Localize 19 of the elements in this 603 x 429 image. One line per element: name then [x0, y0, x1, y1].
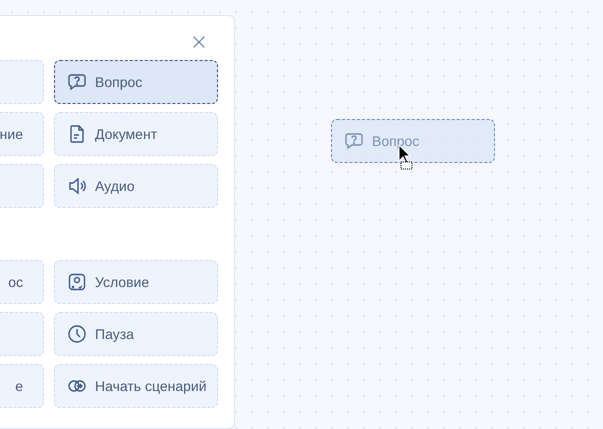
block-tile[interactable]: е: [0, 364, 44, 408]
block-tile[interactable]: ос: [0, 260, 44, 304]
block-tile[interactable]: Пауза: [54, 312, 218, 356]
condition-icon: [67, 272, 87, 292]
speech-bubble-question-icon: [344, 131, 364, 151]
block-tile[interactable]: [0, 60, 44, 104]
block-tile[interactable]: Вопрос: [54, 60, 218, 104]
block-tile[interactable]: Начать сценарий: [54, 364, 218, 408]
block-tile[interactable]: ние: [0, 112, 44, 156]
speech-bubble-question-icon: [67, 72, 87, 92]
block-tile[interactable]: [0, 164, 44, 208]
block-label: Вопрос: [372, 133, 420, 149]
block-tile[interactable]: Условие: [54, 260, 218, 304]
block-tile[interactable]: [0, 312, 44, 356]
clock-icon: [67, 324, 87, 344]
block-tile[interactable]: Документ: [54, 112, 218, 156]
block-tile[interactable]: Аудио: [54, 164, 218, 208]
close-button[interactable]: ×: [188, 32, 210, 54]
speaker-icon: [67, 176, 87, 196]
